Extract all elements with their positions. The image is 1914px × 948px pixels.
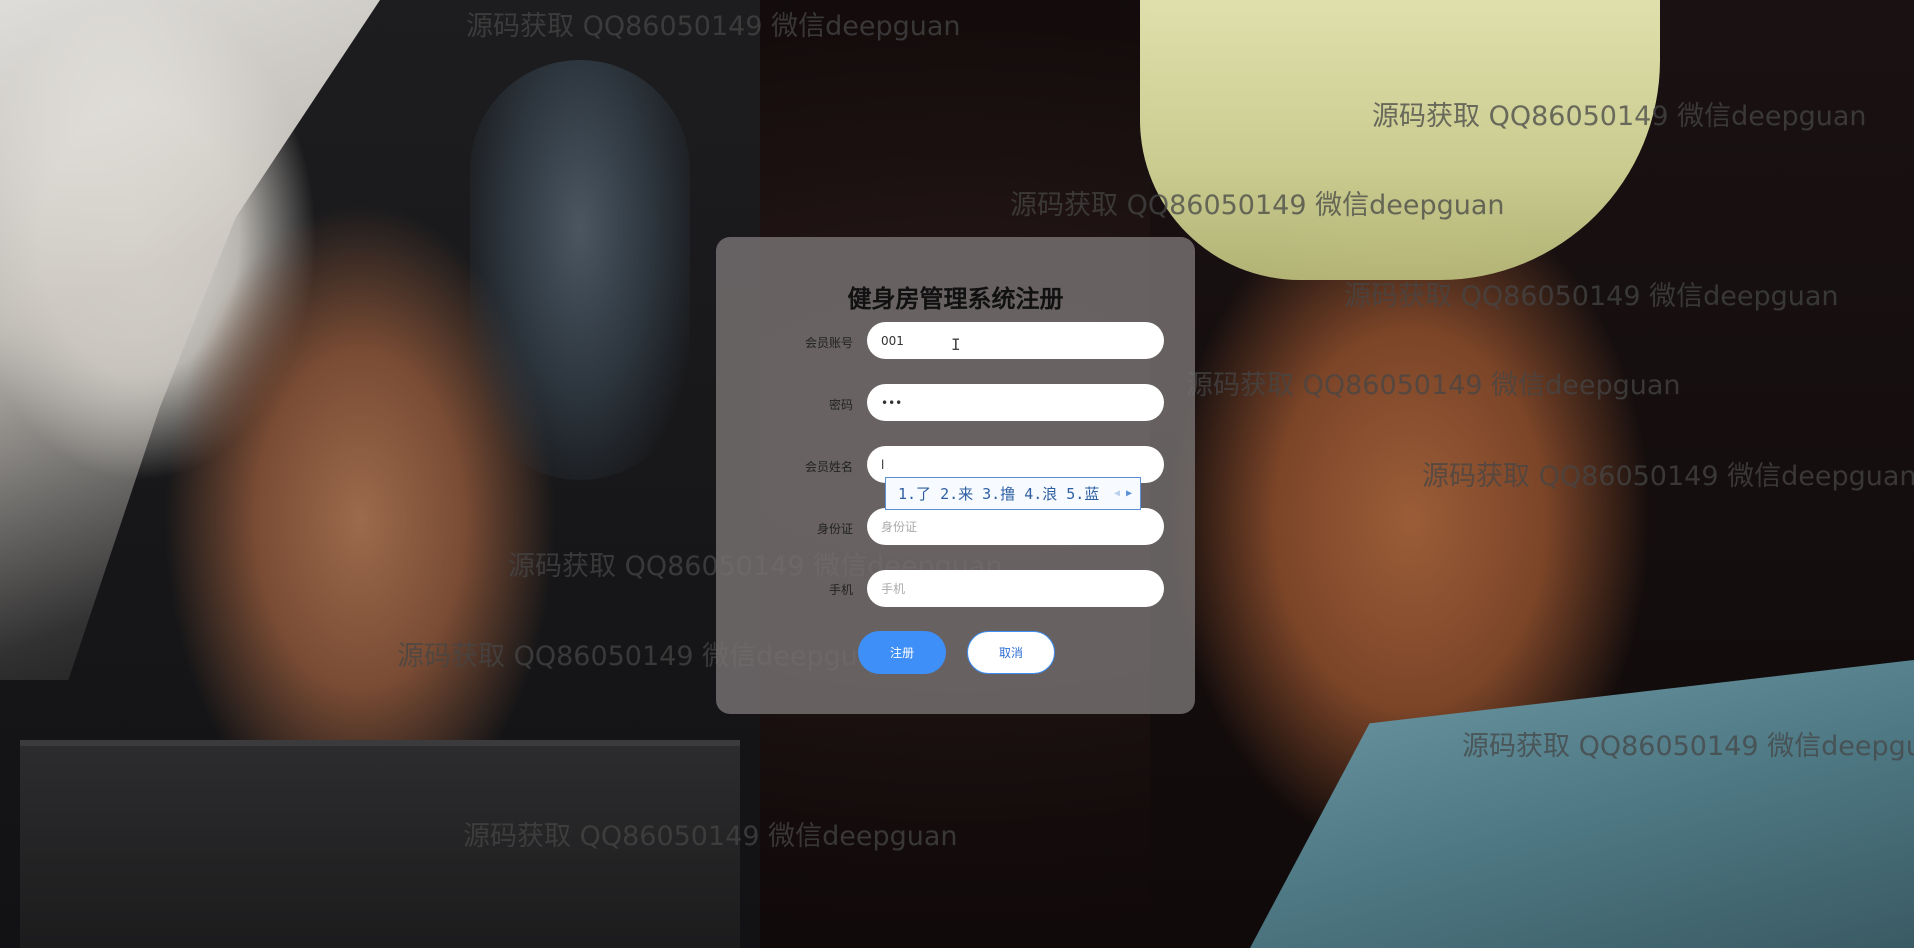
triangle-right-icon[interactable]: ▶ [1126,488,1132,499]
password-label: 密码 [828,398,853,412]
ime-candidate-popup: 1.了 2.来 3.撸 4.浪 5.蓝 ◀ ▶ [885,477,1141,510]
ime-candidate[interactable]: 2.来 [940,483,973,504]
background-stage: 源码获取 QQ86050149 微信deepguan 源码获取 QQ860501… [0,0,1914,948]
id-card-label: 身份证 [816,522,853,536]
text-cursor-icon: I [951,335,961,354]
id-card-input[interactable] [867,508,1164,545]
ime-candidate[interactable]: 1.了 [898,483,931,504]
password-input[interactable] [867,384,1164,421]
member-account-label: 会员账号 [804,336,853,350]
background-jeans-left [20,740,740,948]
triangle-left-icon[interactable]: ◀ [1114,488,1120,499]
ime-candidate[interactable]: 4.浪 [1024,483,1057,504]
phone-input[interactable] [867,570,1164,607]
phone-label: 手机 [828,583,853,597]
register-panel: 健身房管理系统注册 会员账号 密码 会员姓名 身份证 手机 注册 取消 [716,237,1195,714]
ime-candidate[interactable]: 5.蓝 [1066,483,1099,504]
cancel-button[interactable]: 取消 [967,631,1055,674]
register-button[interactable]: 注册 [858,631,946,674]
member-name-label: 会员姓名 [804,460,853,474]
background-tattoo-arm [470,60,690,480]
member-account-input[interactable] [867,322,1164,359]
ime-candidate[interactable]: 3.撸 [982,483,1015,504]
page-title: 健身房管理系统注册 [847,285,1064,313]
